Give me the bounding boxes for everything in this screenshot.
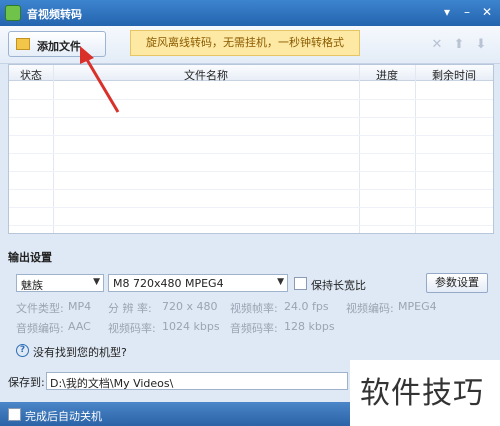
- annotation-arrow: [80, 46, 120, 113]
- arrow-shaft: [84, 57, 120, 113]
